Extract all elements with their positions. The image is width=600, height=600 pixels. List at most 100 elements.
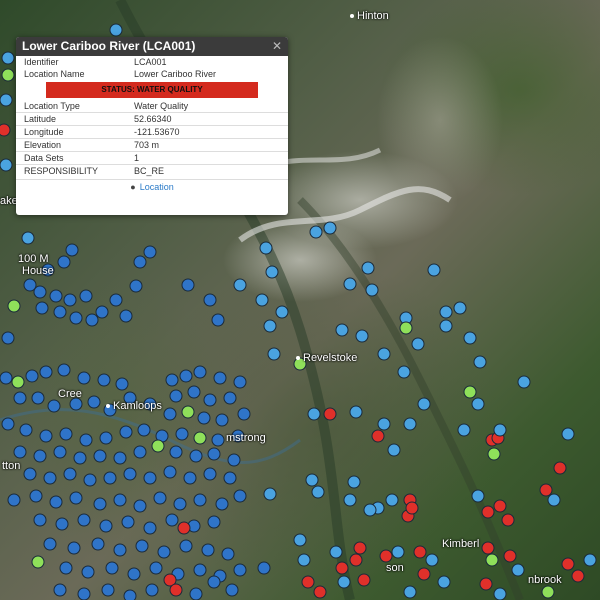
- station-marker[interactable]: [275, 305, 289, 319]
- station-marker[interactable]: [63, 293, 77, 307]
- station-marker[interactable]: [179, 539, 193, 553]
- station-marker[interactable]: [97, 373, 111, 387]
- station-marker[interactable]: [397, 365, 411, 379]
- station-marker[interactable]: [193, 493, 207, 507]
- station-marker[interactable]: [511, 563, 525, 577]
- station-marker[interactable]: [485, 553, 499, 567]
- station-marker[interactable]: [173, 497, 187, 511]
- station-marker[interactable]: [0, 371, 13, 385]
- station-marker[interactable]: [307, 407, 321, 421]
- station-marker[interactable]: [263, 319, 277, 333]
- station-marker[interactable]: [135, 539, 149, 553]
- station-marker[interactable]: [31, 555, 45, 569]
- station-marker[interactable]: [233, 375, 247, 389]
- station-marker[interactable]: [93, 497, 107, 511]
- station-marker[interactable]: [189, 449, 203, 463]
- station-marker[interactable]: [47, 399, 61, 413]
- station-marker[interactable]: [109, 23, 123, 37]
- station-marker[interactable]: [95, 305, 109, 319]
- station-marker[interactable]: [411, 337, 425, 351]
- station-marker[interactable]: [165, 513, 179, 527]
- station-marker[interactable]: [493, 587, 507, 600]
- station-marker[interactable]: [349, 553, 363, 567]
- station-marker[interactable]: [53, 445, 67, 459]
- station-marker[interactable]: [99, 519, 113, 533]
- station-marker[interactable]: [181, 405, 195, 419]
- station-marker[interactable]: [399, 321, 413, 335]
- station-marker[interactable]: [163, 407, 177, 421]
- station-marker[interactable]: [347, 475, 361, 489]
- station-marker[interactable]: [213, 371, 227, 385]
- station-marker[interactable]: [1, 331, 15, 345]
- station-marker[interactable]: [323, 221, 337, 235]
- station-marker[interactable]: [153, 491, 167, 505]
- station-marker[interactable]: [43, 537, 57, 551]
- station-marker[interactable]: [201, 543, 215, 557]
- station-marker[interactable]: [379, 549, 393, 563]
- station-marker[interactable]: [123, 589, 137, 600]
- station-marker[interactable]: [361, 261, 375, 275]
- station-marker[interactable]: [129, 279, 143, 293]
- station-marker[interactable]: [0, 158, 13, 172]
- station-marker[interactable]: [355, 329, 369, 343]
- station-marker[interactable]: [385, 493, 399, 507]
- station-marker[interactable]: [237, 407, 251, 421]
- station-marker[interactable]: [427, 263, 441, 277]
- station-marker[interactable]: [221, 547, 235, 561]
- station-marker[interactable]: [337, 575, 351, 589]
- station-marker[interactable]: [481, 541, 495, 555]
- station-marker[interactable]: [343, 493, 357, 507]
- station-marker[interactable]: [33, 513, 47, 527]
- station-marker[interactable]: [69, 491, 83, 505]
- station-marker[interactable]: [267, 347, 281, 361]
- station-marker[interactable]: [335, 323, 349, 337]
- station-marker[interactable]: [541, 585, 555, 599]
- station-marker[interactable]: [223, 471, 237, 485]
- station-marker[interactable]: [189, 587, 203, 600]
- station-marker[interactable]: [503, 549, 517, 563]
- station-marker[interactable]: [79, 433, 93, 447]
- station-marker[interactable]: [143, 471, 157, 485]
- station-marker[interactable]: [343, 277, 357, 291]
- station-marker[interactable]: [93, 449, 107, 463]
- station-marker[interactable]: [1, 417, 15, 431]
- station-marker[interactable]: [297, 553, 311, 567]
- station-marker[interactable]: [33, 285, 47, 299]
- station-marker[interactable]: [57, 363, 71, 377]
- station-marker[interactable]: [105, 561, 119, 575]
- station-marker[interactable]: [119, 309, 133, 323]
- station-marker[interactable]: [233, 489, 247, 503]
- station-marker[interactable]: [31, 391, 45, 405]
- station-marker[interactable]: [233, 278, 247, 292]
- station-marker[interactable]: [23, 467, 37, 481]
- location-link[interactable]: Location: [140, 182, 174, 192]
- station-marker[interactable]: [169, 583, 183, 597]
- station-marker[interactable]: [387, 443, 401, 457]
- station-marker[interactable]: [49, 495, 63, 509]
- station-marker[interactable]: [193, 431, 207, 445]
- station-marker[interactable]: [59, 561, 73, 575]
- station-marker[interactable]: [263, 487, 277, 501]
- station-marker[interactable]: [309, 225, 323, 239]
- station-marker[interactable]: [471, 489, 485, 503]
- station-marker[interactable]: [571, 569, 585, 583]
- station-marker[interactable]: [119, 425, 133, 439]
- station-marker[interactable]: [181, 278, 195, 292]
- station-marker[interactable]: [255, 293, 269, 307]
- station-marker[interactable]: [25, 369, 39, 383]
- station-marker[interactable]: [353, 541, 367, 555]
- station-marker[interactable]: [453, 301, 467, 315]
- station-marker[interactable]: [215, 497, 229, 511]
- station-marker[interactable]: [561, 557, 575, 571]
- station-marker[interactable]: [163, 465, 177, 479]
- station-marker[interactable]: [223, 391, 237, 405]
- station-marker[interactable]: [211, 433, 225, 447]
- station-marker[interactable]: [493, 423, 507, 437]
- station-marker[interactable]: [473, 355, 487, 369]
- station-marker[interactable]: [177, 521, 191, 535]
- station-marker[interactable]: [471, 397, 485, 411]
- station-marker[interactable]: [59, 427, 73, 441]
- station-marker[interactable]: [33, 449, 47, 463]
- station-marker[interactable]: [439, 319, 453, 333]
- station-marker[interactable]: [43, 471, 57, 485]
